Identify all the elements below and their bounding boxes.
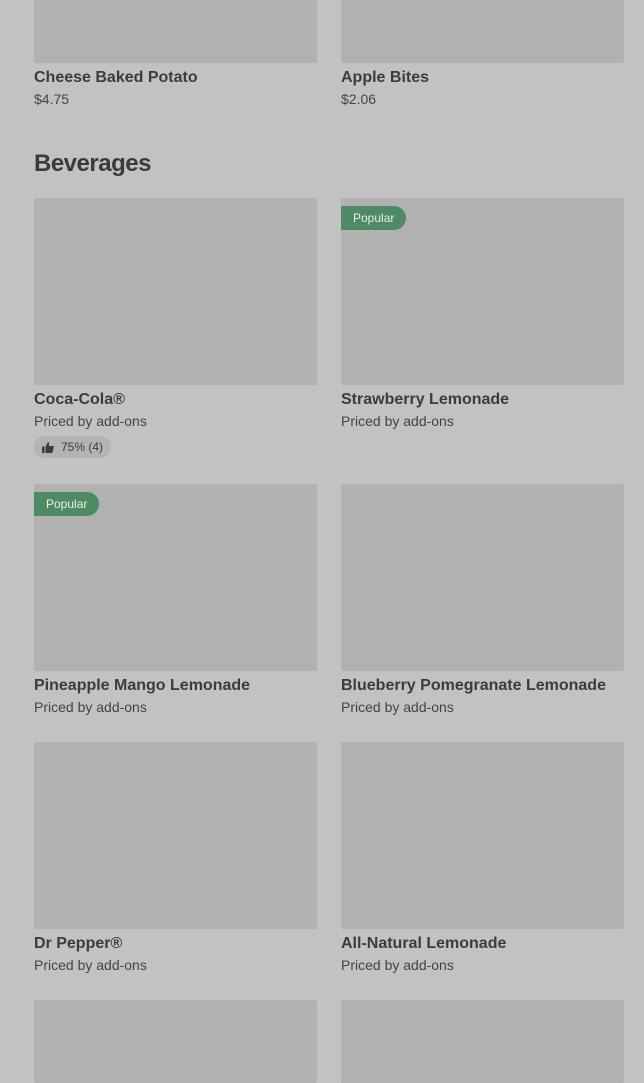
menu-item-card[interactable] (341, 1000, 624, 1083)
menu-item-card[interactable]: Blueberry Pomegranate Lemonade Priced by… (341, 484, 624, 716)
item-image (34, 1000, 317, 1083)
item-name: Coca-Cola® (34, 391, 125, 408)
item-price: $2.06 (341, 91, 377, 107)
item-price: Priced by add-ons (341, 699, 454, 715)
item-image (341, 1000, 624, 1083)
item-image (34, 742, 317, 929)
item-price: $4.75 (34, 91, 70, 107)
section-title: Beverages (34, 150, 151, 177)
item-name: Pineapple Mango Lemonade (34, 677, 251, 694)
menu-item-card[interactable]: Cheese Baked Potato $4.75 (34, 0, 317, 108)
popular-badge: Popular (34, 492, 100, 516)
popular-badge: Popular (341, 206, 407, 230)
item-name: All-Natural Lemonade (341, 935, 507, 952)
rating-badge: 75% (4) (34, 436, 112, 458)
item-name: Dr Pepper® (34, 935, 123, 952)
item-image: Popular (34, 484, 317, 671)
item-image (341, 742, 624, 929)
item-price: Priced by add-ons (34, 957, 147, 973)
item-price: Priced by add-ons (341, 413, 454, 429)
item-name: Strawberry Lemonade (341, 391, 510, 408)
item-image (341, 0, 624, 63)
menu-item-card[interactable]: Popular Strawberry Lemonade Priced by ad… (341, 198, 624, 430)
thumbs-up-icon (42, 441, 54, 453)
menu-item-card[interactable]: Apple Bites $2.06 (341, 0, 624, 108)
item-image (34, 0, 317, 63)
item-image (34, 198, 317, 385)
item-price: Priced by add-ons (34, 699, 147, 715)
rating-text: 75% (4) (61, 440, 104, 454)
item-image: Popular (341, 198, 624, 385)
item-image (341, 484, 624, 671)
menu-item-card[interactable]: All-Natural Lemonade Priced by add-ons (341, 742, 624, 974)
item-price: Priced by add-ons (34, 413, 147, 429)
item-name: Cheese Baked Potato (34, 69, 198, 86)
item-price: Priced by add-ons (341, 957, 454, 973)
menu-item-card[interactable] (34, 1000, 317, 1083)
item-name: Blueberry Pomegranate Lemonade (341, 677, 606, 694)
item-name: Apple Bites (341, 69, 430, 86)
menu-item-card[interactable]: Coca-Cola® Priced by add-ons 75% (4) (34, 198, 317, 458)
menu-item-card[interactable]: Dr Pepper® Priced by add-ons (34, 742, 317, 974)
menu-item-card[interactable]: Popular Pineapple Mango Lemonade Priced … (34, 484, 317, 716)
